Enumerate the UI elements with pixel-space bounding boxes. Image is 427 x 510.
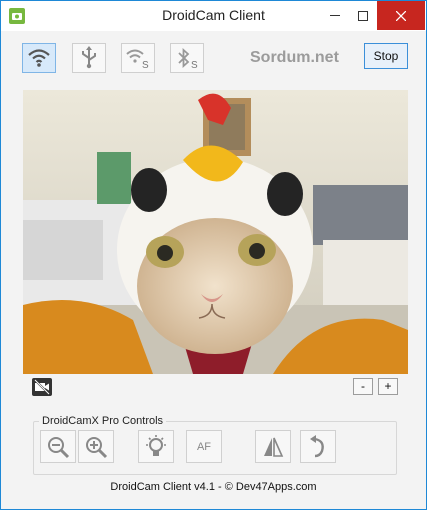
zoom-out-icon — [48, 436, 70, 458]
lightbulb-icon — [146, 434, 166, 456]
pro-flip-button[interactable] — [255, 430, 291, 463]
autofocus-label: AF — [196, 440, 212, 453]
bluetooth-s-icon: S — [178, 47, 198, 69]
pro-light-button[interactable] — [138, 430, 174, 463]
rotate-icon — [310, 434, 324, 457]
wifi-icon — [28, 49, 50, 67]
stop-button[interactable]: Stop — [364, 43, 408, 69]
flip-icon — [264, 437, 284, 457]
pro-autofocus-button[interactable]: AF — [186, 430, 222, 463]
maximize-icon — [358, 10, 368, 21]
toolbar: S S Sordum.net Stop — [1, 34, 426, 84]
pro-zoom-in-button[interactable] — [78, 430, 114, 463]
footer-version: DroidCam Client v4.1 - © Dev47Apps.com — [110, 481, 317, 493]
zoom-in-icon — [86, 436, 108, 458]
brand-watermark: Sordum.net — [250, 49, 339, 66]
svg-text:S: S — [191, 60, 198, 69]
wifi-mode-button[interactable] — [22, 43, 56, 73]
bluetooth-server-mode-button[interactable]: S — [170, 43, 204, 73]
camera-off-toggle[interactable] — [32, 378, 52, 396]
maximize-button[interactable] — [349, 1, 377, 30]
title-bar: DroidCam Client — [1, 1, 426, 31]
pro-zoom-out-button[interactable] — [40, 430, 76, 463]
camera-feed-image — [23, 90, 408, 374]
zoom-minus-button[interactable]: - — [353, 378, 373, 395]
app-window: DroidCam Client S S Sordum.net Stop - + … — [0, 0, 427, 510]
wifi-s-icon: S — [126, 49, 149, 69]
minimize-icon — [330, 14, 340, 16]
wifi-server-mode-button[interactable]: S — [121, 43, 155, 73]
pro-rotate-button[interactable] — [300, 430, 336, 463]
zoom-plus-button[interactable]: + — [378, 378, 398, 395]
video-preview — [23, 90, 408, 374]
pro-controls-label: DroidCamX Pro Controls — [39, 415, 167, 427]
camera-off-icon — [34, 379, 50, 395]
close-button[interactable] — [377, 1, 425, 30]
minimize-button[interactable] — [321, 1, 349, 30]
svg-text:S: S — [142, 60, 149, 69]
usb-icon — [82, 46, 96, 69]
usb-mode-button[interactable] — [72, 43, 106, 73]
close-icon — [396, 10, 406, 21]
